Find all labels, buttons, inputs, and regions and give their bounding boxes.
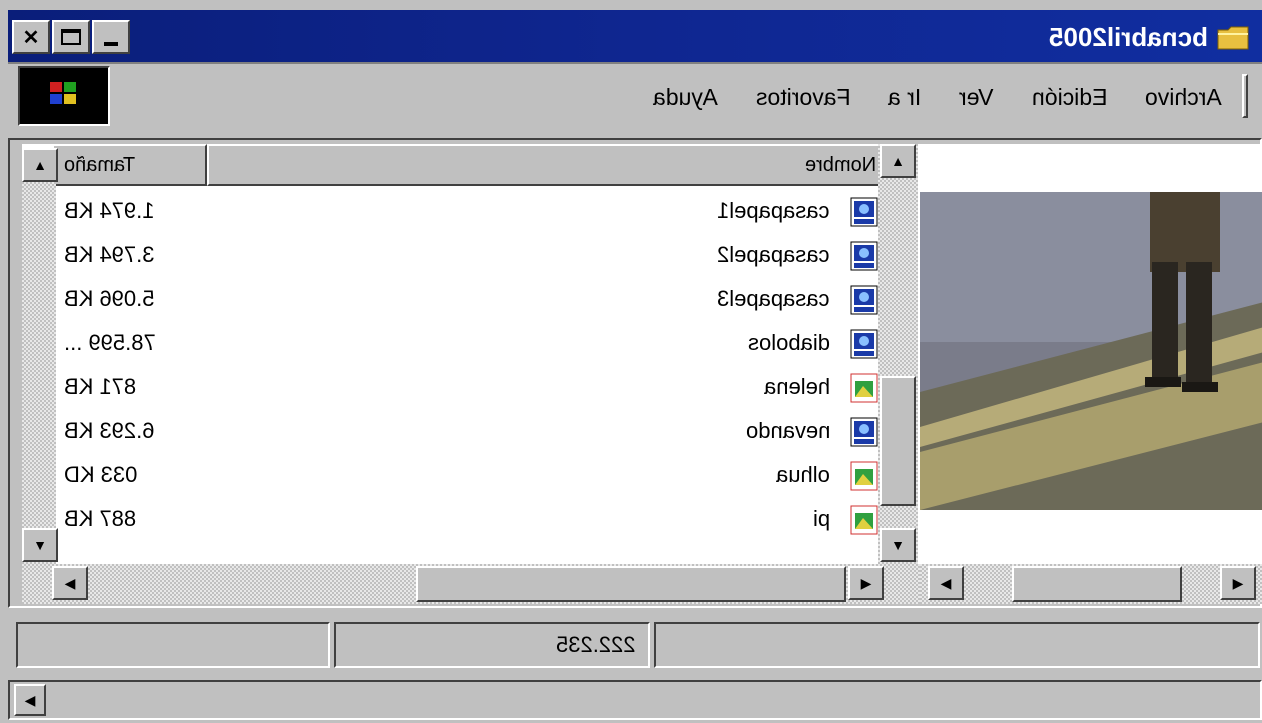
list-item[interactable]: nevando 6.293 KB <box>22 410 890 454</box>
file-name: casapapel2 <box>717 242 830 267</box>
menu-favoritos[interactable]: Favoritos <box>756 84 851 111</box>
image-file-icon <box>850 373 878 403</box>
video-file-icon <box>850 241 878 271</box>
file-list[interactable]: Tamaño Nombre casapapel1 1.974 KB casapape… <box>22 144 920 564</box>
menu-items: Archivo Edición Ver Ir a Favoritos Ayuda <box>653 84 1222 111</box>
list-item[interactable]: olhua 033 KD <box>22 454 890 498</box>
preview-image <box>920 192 1262 510</box>
minimize-button[interactable] <box>92 20 130 54</box>
file-size: 887 KB <box>64 506 137 531</box>
preview-scroll-left-button[interactable]: ◀ <box>928 566 964 600</box>
image-file-icon <box>850 461 878 491</box>
video-file-icon <box>850 285 878 315</box>
column-header-name[interactable]: Nombre <box>207 144 890 186</box>
menu-ir-a[interactable]: Ir a <box>888 84 921 111</box>
window-title: bcnabril2005 <box>1049 22 1208 52</box>
scroll-down-button[interactable]: ▼ <box>22 528 58 562</box>
file-name: olhua <box>776 462 830 487</box>
menu-ver[interactable]: Ver <box>959 84 994 111</box>
file-size: 5.096 KB <box>64 286 155 311</box>
arrow-left-icon: ◀ <box>24 691 36 708</box>
menu-bar: Archivo Edición Ver Ir a Favoritos Ayuda <box>8 66 1262 128</box>
column-header-size[interactable]: Tamaño <box>52 144 207 186</box>
file-name: diabolos <box>748 330 830 355</box>
scroll-left-button[interactable]: ◀ <box>52 566 88 600</box>
video-file-icon <box>850 197 878 227</box>
list-horizontal-scrollbar[interactable]: ◀ ▶ <box>22 564 920 604</box>
list-item[interactable]: diabolos 78.599 ... <box>22 322 890 366</box>
list-scroll-down-button[interactable]: ▼ <box>880 528 916 562</box>
bottom-scroll-left-button[interactable]: ◀ <box>14 684 46 716</box>
arrow-down-icon: ▼ <box>33 537 47 553</box>
list-item[interactable]: pi 887 KB <box>22 498 890 542</box>
maximize-icon <box>61 29 81 45</box>
close-button[interactable]: ✕ <box>12 20 50 54</box>
file-name: pi <box>812 506 830 531</box>
file-name: casapapel3 <box>717 286 830 311</box>
menu-edicion[interactable]: Edición <box>1032 84 1107 111</box>
status-panel-left <box>16 622 330 668</box>
close-icon: ✕ <box>22 26 40 49</box>
windows-flag-icon <box>50 82 76 104</box>
file-size: 033 KD <box>64 462 138 487</box>
file-name: nevando <box>745 418 830 443</box>
list-hscroll-thumb[interactable] <box>416 566 846 602</box>
file-size: 1.974 KB <box>64 198 155 223</box>
video-file-icon <box>850 417 878 447</box>
list-item[interactable]: casapapel3 5.096 KB <box>22 278 890 322</box>
status-bar: 222.235 <box>8 618 1262 672</box>
folder-icon <box>1217 26 1249 50</box>
video-file-icon <box>850 329 878 359</box>
status-total-size: 222.235 <box>334 622 650 668</box>
status-total-text: 222.235 <box>556 632 636 657</box>
arrow-up-icon: ▲ <box>891 153 905 169</box>
arrow-down-icon: ▼ <box>891 537 905 553</box>
file-name: casapapel1 <box>717 198 830 223</box>
left-scrollbar[interactable]: ▲ ▼ <box>22 148 58 564</box>
list-vertical-scrollbar[interactable]: ▲ ▼ <box>878 144 918 564</box>
list-scroll-thumb[interactable] <box>880 376 916 506</box>
preview-pane <box>920 144 1262 564</box>
file-size: 6.293 KB <box>64 418 155 443</box>
scroll-up-button[interactable]: ▲ <box>22 148 58 182</box>
scroll-right-button[interactable]: ▶ <box>848 566 884 600</box>
list-scroll-up-button[interactable]: ▲ <box>880 144 916 178</box>
title-bar[interactable]: ✕ bcnabril2005 <box>8 10 1262 64</box>
image-file-icon <box>850 505 878 535</box>
file-size: 871 KB <box>64 374 137 399</box>
arrow-right-icon: ▶ <box>860 574 872 591</box>
maximize-button[interactable] <box>52 20 90 54</box>
file-name: helena <box>763 374 830 399</box>
list-item[interactable]: helena 871 KB <box>22 366 890 410</box>
menu-grip[interactable] <box>1242 74 1248 118</box>
minimize-icon <box>104 42 118 46</box>
arrow-left-icon: ◀ <box>64 574 76 591</box>
file-size: 3.794 KB <box>64 242 155 267</box>
arrow-up-icon: ▲ <box>33 157 47 173</box>
windows-logo <box>18 66 110 126</box>
content-area: Tamaño Nombre casapapel1 1.974 KB casapape… <box>8 138 1262 608</box>
bottom-scrollbar[interactable]: ◀ <box>8 680 1262 720</box>
menu-ayuda[interactable]: Ayuda <box>653 84 718 111</box>
menu-archivo[interactable]: Archivo <box>1145 84 1222 111</box>
arrow-right-icon: ▶ <box>1232 574 1244 591</box>
preview-scroll-right-button[interactable]: ▶ <box>1220 566 1256 600</box>
preview-horizontal-scrollbar[interactable]: ◀ ▶ <box>920 564 1262 604</box>
status-panel-right <box>654 622 1260 668</box>
list-item[interactable]: casapapel2 3.794 KB <box>22 234 890 278</box>
preview-hscroll-thumb[interactable] <box>1012 566 1182 602</box>
list-item[interactable]: casapapel1 1.974 KB <box>22 190 890 234</box>
arrow-left-icon: ◀ <box>940 574 952 591</box>
file-size: 78.599 ... <box>64 330 156 355</box>
